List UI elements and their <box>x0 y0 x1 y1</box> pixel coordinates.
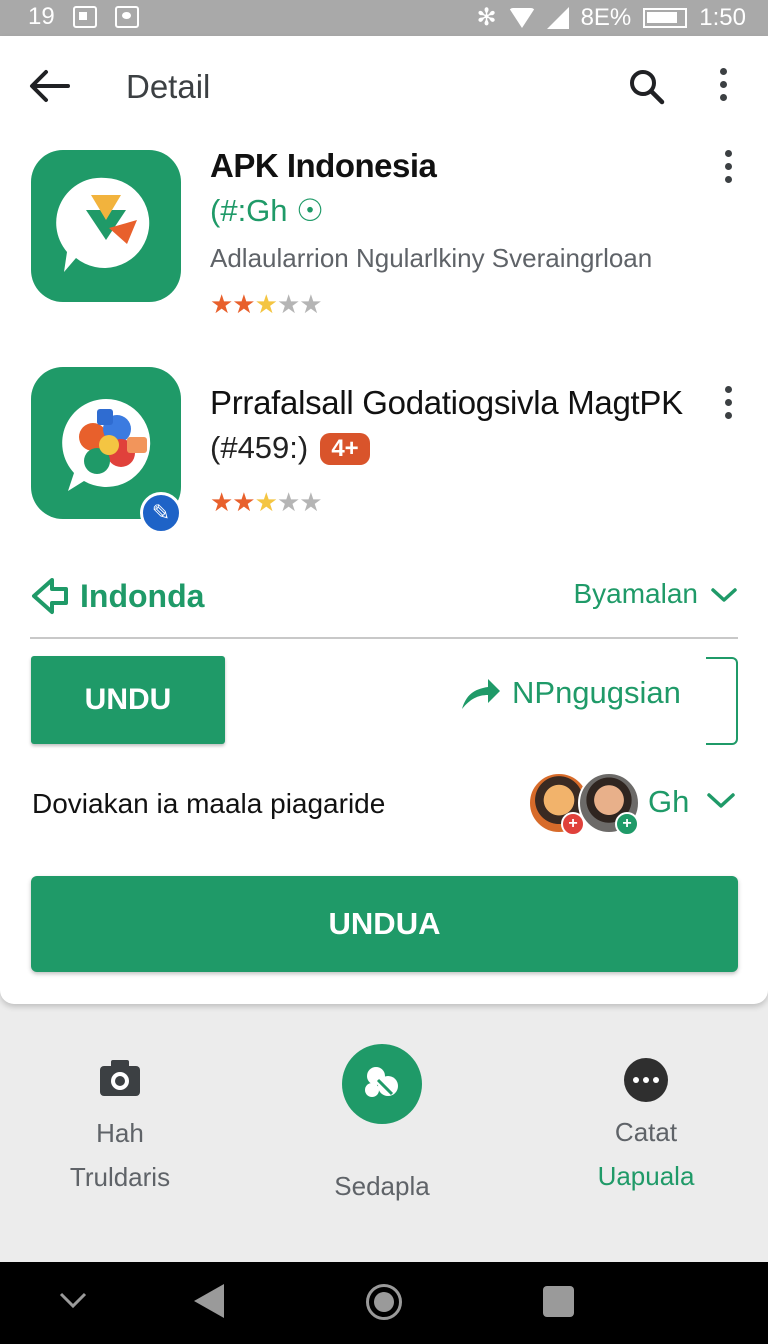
app-subtitle: (#459:) <box>210 430 309 465</box>
nav-label-active: Uapuala <box>597 1161 695 1191</box>
section-label[interactable]: Indonda <box>30 576 204 616</box>
app-description: Adlaularrion Ngularlkiny Sveraingrloan <box>210 243 653 273</box>
nav-label: Catat <box>614 1117 678 1147</box>
rating-stars: ★★★★★ <box>210 487 323 517</box>
chat-more-icon <box>624 1058 668 1102</box>
share-link[interactable]: NPngugsian <box>458 673 681 713</box>
status-clock: 1:50 <box>699 3 746 31</box>
status-time-left: 19 <box>28 3 55 30</box>
back-arrow-icon[interactable] <box>28 68 72 104</box>
app-icon-apk-indonesia[interactable] <box>31 150 181 302</box>
nav-label: Sedapla <box>334 1171 430 1201</box>
add-icon: + <box>615 812 639 836</box>
status-bar: 19 ✻ 8E% 1:50 <box>0 0 768 36</box>
search-icon[interactable] <box>628 68 666 106</box>
bluetooth-icon: ✻ <box>476 4 497 31</box>
reviewers-label[interactable]: Gh <box>648 784 689 820</box>
section-dropdown-label: Byamalan <box>573 578 698 609</box>
signal-icon <box>546 6 569 29</box>
age-rating-badge: 4+ <box>320 433 370 465</box>
reviewer-avatars[interactable]: + + <box>528 772 640 836</box>
primary-download-button[interactable]: UNDUA <box>31 876 738 972</box>
tool-icon: ✎ <box>140 492 182 534</box>
app-name[interactable]: APK Indonesia <box>210 147 437 185</box>
rating-stars: ★★★★★ <box>210 289 323 319</box>
share-arrow-icon <box>462 679 500 709</box>
app-overflow-menu-icon[interactable] <box>718 150 738 186</box>
system-navigation-bar <box>0 1262 768 1344</box>
app-notification-icon <box>114 6 139 28</box>
wifi-icon <box>508 7 535 28</box>
system-recents-icon[interactable] <box>543 1286 574 1317</box>
chat-bubble-app-icon <box>56 177 150 272</box>
add-icon: + <box>561 812 585 836</box>
check-chevron-icon <box>711 588 737 602</box>
nav-label: Hah <box>96 1118 144 1148</box>
app-subtitle: (#:Gh ☉ <box>210 193 324 229</box>
system-back-icon[interactable] <box>194 1284 224 1318</box>
nav-label: Truldaris <box>69 1162 171 1192</box>
share-fab-icon[interactable] <box>342 1044 422 1124</box>
chevron-down-icon[interactable] <box>58 1290 88 1310</box>
nav-item-notes[interactable]: Catat Uapuala <box>566 1058 726 1198</box>
top-app-bar: Detail <box>0 36 768 140</box>
nav-item-share[interactable]: Sedapla <box>302 1044 462 1208</box>
page-title: Detail <box>126 68 211 105</box>
app-subtitle-text: (#:Gh <box>210 193 288 228</box>
battery-icon <box>643 7 688 28</box>
app-name[interactable]: Prrafalsall Godatiogsivla MagtPK <box>210 384 683 422</box>
image-notification-icon <box>72 6 97 28</box>
divider <box>30 637 738 639</box>
camera-icon <box>100 1060 140 1096</box>
tag-arrow-icon <box>32 578 68 614</box>
review-text: Doviakan ia maala piagaride <box>32 788 386 819</box>
bottom-navigation: Hah Truldaris Sedapla Catat Uapuala <box>0 1004 768 1262</box>
share-link-label: NPngugsian <box>512 675 681 710</box>
system-home-icon[interactable] <box>366 1284 402 1320</box>
overflow-menu-icon[interactable] <box>706 68 740 108</box>
download-button[interactable]: UNDU <box>31 656 225 744</box>
app-overflow-menu-icon[interactable] <box>718 386 738 422</box>
bracket-decoration <box>706 657 738 745</box>
nav-item-camera[interactable]: Hah Truldaris <box>40 1058 200 1199</box>
section-label-text: Indonda <box>80 577 205 614</box>
detail-card: Detail APK Indonesia (#:Gh ☉ Adlaularrio… <box>0 36 768 1004</box>
face-icon: ☉ <box>296 193 324 228</box>
section-dropdown[interactable]: Byamalan <box>573 578 738 610</box>
chevron-down-icon[interactable] <box>706 788 736 812</box>
battery-percent: 8E% <box>580 3 632 31</box>
